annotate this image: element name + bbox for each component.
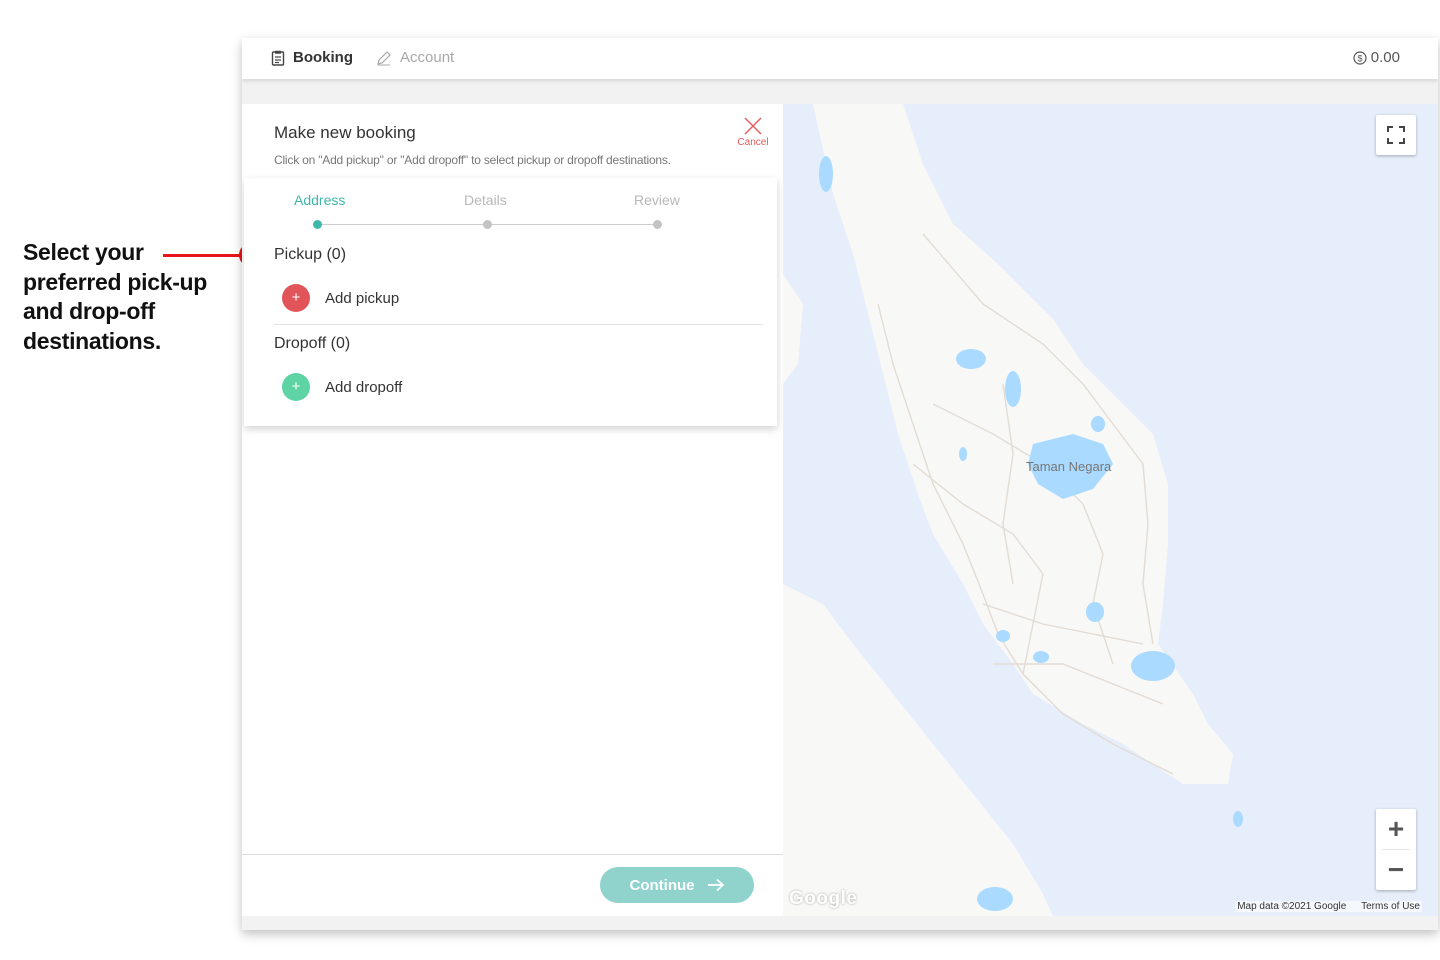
add-pickup-label: Add pickup (325, 289, 400, 307)
map-view[interactable]: Taman Negara + − Google Map data ©2021 G… (783, 104, 1438, 916)
step-dot-address (313, 220, 322, 229)
zoom-out-button[interactable]: − (1376, 850, 1416, 890)
continue-label: Continue (629, 876, 695, 894)
page-subtitle: Click on "Add pickup" or "Add dropoff" t… (274, 153, 671, 167)
map-data-credit: Map data ©2021 Google (1237, 901, 1347, 912)
map-attribution: Map data ©2021 Google Terms of Use (1235, 901, 1422, 912)
step-dot-review (653, 220, 662, 229)
close-icon (744, 117, 762, 135)
tab-account[interactable]: Account (376, 49, 454, 66)
terms-of-use-link[interactable]: Terms of Use (1361, 901, 1420, 912)
app-window: Booking Account $ 0.00 Make new booking … (242, 38, 1438, 930)
cancel-button[interactable]: Cancel (736, 116, 770, 148)
top-navigation: Booking Account $ 0.00 (242, 38, 1438, 79)
dollar-circle-icon: $ (1353, 50, 1367, 65)
add-pickup-button[interactable]: + Add pickup (282, 284, 399, 312)
clipboard-icon (271, 50, 285, 66)
step-details[interactable]: Details (464, 192, 507, 208)
tab-account-label: Account (400, 49, 455, 66)
plus-icon: + (282, 284, 310, 312)
map-place-label: Taman Negara (1026, 459, 1112, 474)
plus-icon: + (282, 373, 310, 401)
booking-panel: Make new booking Click on "Add pickup" o… (242, 104, 783, 916)
continue-button[interactable]: Continue (600, 867, 754, 903)
annotation-arrow-line (163, 254, 241, 257)
step-review[interactable]: Review (634, 192, 680, 208)
footer-divider (242, 854, 783, 855)
cancel-label: Cancel (737, 137, 769, 148)
svg-text:$: $ (1357, 53, 1362, 63)
add-dropoff-label: Add dropoff (325, 378, 403, 396)
arrow-right-icon (707, 878, 724, 892)
zoom-in-button[interactable]: + (1376, 809, 1416, 849)
pencil-icon (377, 50, 391, 65)
address-card: Address Details Review Pickup (0) + Add … (244, 178, 777, 426)
step-address[interactable]: Address (294, 192, 345, 208)
wallet-balance[interactable]: $ 0.00 (1353, 49, 1400, 66)
add-dropoff-button[interactable]: + Add dropoff (282, 373, 402, 401)
tab-booking-label: Booking (293, 49, 353, 66)
dropoff-heading: Dropoff (0) (274, 335, 351, 352)
fullscreen-icon (1387, 126, 1405, 144)
step-dot-details (483, 220, 492, 229)
fullscreen-button[interactable] (1376, 115, 1416, 155)
map-land (783, 104, 1243, 916)
pickup-heading: Pickup (0) (274, 246, 347, 263)
balance-amount: 0.00 (1370, 49, 1400, 66)
zoom-control: + − (1376, 809, 1416, 890)
page-title: Make new booking (274, 123, 416, 142)
tab-booking[interactable]: Booking (271, 49, 353, 66)
section-divider (274, 324, 763, 325)
google-logo: Google (789, 888, 858, 909)
